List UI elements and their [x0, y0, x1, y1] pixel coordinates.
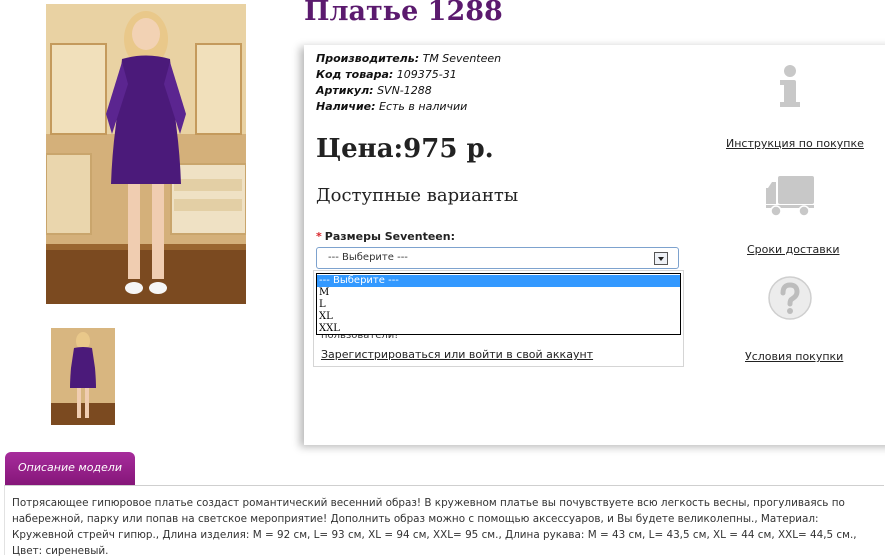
- size-option-l[interactable]: L: [317, 299, 680, 311]
- delivery-time-link[interactable]: Сроки доставки: [747, 243, 840, 256]
- size-option-default[interactable]: --- Выберите ---: [317, 275, 680, 287]
- info-icon[interactable]: [762, 62, 818, 110]
- variants-heading: Доступные варианты: [316, 185, 519, 206]
- purchase-instructions-link[interactable]: Инструкция по покупке: [726, 137, 864, 150]
- size-option-xxl[interactable]: XXL: [317, 323, 680, 335]
- chevron-down-icon[interactable]: [654, 252, 668, 265]
- tab-description[interactable]: Описание модели: [5, 452, 135, 485]
- stock-value: Есть в наличии: [379, 100, 468, 113]
- sku-row: Артикул: SVN-1288: [316, 84, 432, 97]
- tab-description-label: Описание модели: [18, 461, 122, 474]
- register-login-link[interactable]: Зарегистрироваться или войти в свой акка…: [321, 348, 593, 361]
- size-label: * Размеры Seventeen:: [316, 230, 455, 243]
- manufacturer-row: Производитель: TM Seventeen: [316, 52, 501, 65]
- thumbnail-illustration: [51, 328, 115, 425]
- stock-label: Наличие:: [316, 100, 376, 113]
- manufacturer-label: Производитель:: [316, 52, 420, 65]
- size-select-value: --- Выберите ---: [328, 252, 408, 263]
- product-title: Платье 1288: [304, 0, 503, 27]
- product-price: Цена:975 р.: [316, 134, 494, 164]
- purchase-terms-link[interactable]: Условия покупки: [745, 350, 843, 363]
- size-label-text: Размеры Seventeen:: [324, 230, 455, 243]
- product-code-value: 109375-31: [396, 68, 457, 81]
- manufacturer-value: TM Seventeen: [422, 52, 502, 65]
- size-dropdown-list: --- Выберите --- M L XL XXL: [316, 273, 681, 335]
- sku-label: Артикул:: [316, 84, 374, 97]
- size-option-xl[interactable]: XL: [317, 311, 680, 323]
- product-thumbnail[interactable]: [51, 328, 115, 425]
- product-description: Потрясающее гипюровое платье создаст ром…: [12, 497, 857, 557]
- stock-row: Наличие: Есть в наличии: [316, 100, 467, 113]
- product-main-image[interactable]: [46, 4, 246, 304]
- product-code-row: Код товара: 109375-31: [316, 68, 457, 81]
- required-mark: *: [316, 230, 322, 243]
- truck-icon[interactable]: [762, 172, 818, 220]
- product-code-label: Код товара:: [316, 68, 394, 81]
- sku-value: SVN-1288: [377, 84, 432, 97]
- question-icon[interactable]: [762, 276, 818, 324]
- product-photo-illustration: [46, 4, 246, 304]
- size-option-m[interactable]: M: [317, 287, 680, 299]
- size-select[interactable]: --- Выберите ---: [316, 247, 679, 269]
